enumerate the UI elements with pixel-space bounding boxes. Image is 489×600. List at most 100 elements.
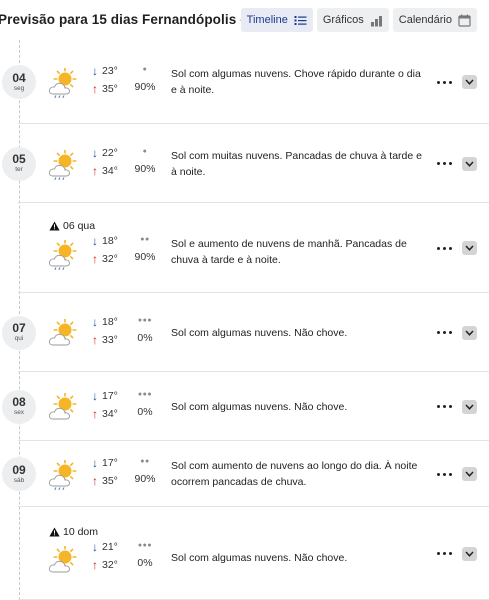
rain-percent: 0% <box>137 331 153 344</box>
sun-cloud-rain-icon <box>48 67 78 99</box>
temp-max: ↑ 35° <box>92 472 118 490</box>
day-weekday: qui <box>14 335 24 342</box>
temperature-range: ↓ 18° ↑ 33° <box>92 313 118 349</box>
arrow-down-icon: ↓ <box>92 539 98 554</box>
temp-max: ↑ 32° <box>92 556 118 574</box>
warning-icon <box>49 221 60 231</box>
day-number: 05 <box>12 152 26 166</box>
arrow-down-icon: ↓ <box>92 145 98 160</box>
forecast-day-row[interactable]: 06 qua ↓ 18° ↑ 32° ●● 90% Sol e aumento de… <box>0 203 489 293</box>
rain-drops-icon: ● <box>142 147 148 155</box>
more-options-button[interactable] <box>435 241 453 255</box>
chevron-down-icon <box>465 550 474 557</box>
rain-probability: ● 90% <box>132 62 158 96</box>
arrow-up-icon: ↑ <box>92 406 98 421</box>
arrow-down-icon: ↓ <box>92 314 98 329</box>
day-weekday: sáb <box>13 476 25 484</box>
expand-button[interactable] <box>462 241 477 255</box>
expand-button[interactable] <box>462 399 477 414</box>
day-weekday: seg <box>13 84 25 92</box>
expand-button[interactable] <box>462 546 477 561</box>
rain-drops-icon: ●●● <box>137 390 153 398</box>
temp-max-value: 35° <box>102 475 118 487</box>
arrow-up-icon: ↑ <box>92 163 98 178</box>
chevron-down-icon <box>465 329 474 336</box>
alert-day-text: 10 dom <box>63 525 99 538</box>
forecast-description: Sol com aumento de nuvens ao longo do di… <box>171 460 418 488</box>
expand-button[interactable] <box>462 467 477 481</box>
expand-button[interactable] <box>462 325 477 340</box>
day-badge: 04 seg <box>2 65 36 99</box>
rain-percent: 0% <box>137 405 153 418</box>
temp-max: ↑ 35° <box>92 80 118 98</box>
tab-graficos-label: Gráficos <box>322 14 364 26</box>
tab-calendario[interactable]: Calendário <box>392 8 477 32</box>
forecast-day-row[interactable]: 09 sáb ↓ 17° ↑ 35° ●● 90% Sol com aumento … <box>0 441 489 507</box>
temp-min-value: 18° <box>102 235 118 247</box>
expand-button[interactable] <box>462 75 477 89</box>
rain-drops-icon: ●●● <box>137 316 153 324</box>
temp-min-value: 17° <box>102 457 118 469</box>
arrow-up-icon: ↑ <box>92 252 98 266</box>
expand-button[interactable] <box>462 156 477 171</box>
bar-chart-icon <box>370 15 382 26</box>
forecast-description: Sol com algumas nuvens. Não chove. <box>171 551 348 564</box>
forecast-day-row[interactable]: 05 ter ↓ 22° ↑ 34° ● 90% Sol com muitas nu… <box>0 124 489 203</box>
sun-cloud-icon <box>48 544 78 576</box>
temperature-range: ↓ 17° ↑ 34° <box>92 387 118 423</box>
chevron-down-icon <box>465 160 474 167</box>
weather-alert-label[interactable]: 10 dom <box>49 526 98 538</box>
temp-max: ↑ 34° <box>92 162 118 180</box>
more-options-button[interactable] <box>435 157 453 171</box>
rain-probability: ●●● 0% <box>132 538 158 572</box>
page-title: Previsão para 15 dias Fernandópolis - SP <box>0 12 280 27</box>
forecast-day-row[interactable]: 04 seg ↓ 23° ↑ 35° ● 90% Sol com algumas n… <box>0 40 489 124</box>
forecast-description: Sol e aumento de nuvens de manhã. Pancad… <box>171 238 407 266</box>
temp-min: ↓ 18° <box>92 313 118 331</box>
weather-alert-label[interactable]: 06 qua <box>49 220 95 232</box>
calendar-icon <box>458 14 471 27</box>
rain-probability: ● 90% <box>132 144 158 178</box>
arrow-up-icon: ↑ <box>92 82 98 96</box>
forecast-day-row[interactable]: 10 dom ↓ 21° ↑ 32° ●●● 0% Sol com algumas … <box>0 507 489 600</box>
rain-percent: 0% <box>137 556 153 569</box>
rain-drops-icon: ●● <box>140 458 150 465</box>
more-options-button[interactable] <box>435 75 453 89</box>
chevron-down-icon <box>465 471 474 477</box>
day-badge: 05 ter <box>2 146 36 181</box>
arrow-down-icon: ↓ <box>92 456 98 470</box>
chevron-down-icon <box>465 79 474 85</box>
tab-calendario-label: Calendário <box>398 14 452 26</box>
chevron-down-icon <box>465 403 474 410</box>
day-weekday: ter <box>15 166 23 173</box>
temp-min: ↓ 18° <box>92 232 118 250</box>
day-number: 08 <box>12 395 26 409</box>
temp-min: ↓ 17° <box>92 454 118 472</box>
rain-percent: 90% <box>134 473 156 485</box>
rain-drops-icon: ● <box>142 66 148 73</box>
temp-min: ↓ 23° <box>92 62 118 80</box>
more-options-button[interactable] <box>435 547 453 561</box>
alert-day-text: 06 qua <box>63 220 96 232</box>
sun-cloud-rain-icon <box>48 239 78 271</box>
temperature-range: ↓ 22° ↑ 34° <box>92 144 118 180</box>
forecast-day-row[interactable]: 08 sex ↓ 17° ↑ 34° ●●● 0% Sol com algumas … <box>0 372 489 441</box>
temp-min-value: 18° <box>102 315 118 328</box>
forecast-day-row[interactable]: 07 qui ↓ 18° ↑ 33° ●●● 0% Sol com algumas … <box>0 293 489 372</box>
more-options-button[interactable] <box>435 400 453 414</box>
forecast-description: Sol com muitas nuvens. Pancadas de chuva… <box>171 149 422 178</box>
list-icon <box>294 15 307 25</box>
chevron-down-icon <box>465 245 474 251</box>
page-title-text: Previsão para 15 dias Fernandópolis - SP <box>0 12 267 27</box>
rain-probability: ●● 90% <box>132 454 158 488</box>
more-options-button[interactable] <box>435 326 453 340</box>
tab-timeline[interactable]: Timeline <box>240 8 313 32</box>
forecast-header: Previsão para 15 dias Fernandópolis - SP… <box>0 0 489 40</box>
tab-graficos[interactable]: Gráficos <box>316 8 389 32</box>
temp-max-value: 34° <box>102 164 118 177</box>
rain-probability: ●●● 0% <box>132 313 158 347</box>
temp-min-value: 22° <box>102 146 118 159</box>
more-options-button[interactable] <box>435 467 453 481</box>
forecast-description: Sol com algumas nuvens. Não chove. <box>171 400 348 413</box>
arrow-down-icon: ↓ <box>92 234 98 248</box>
